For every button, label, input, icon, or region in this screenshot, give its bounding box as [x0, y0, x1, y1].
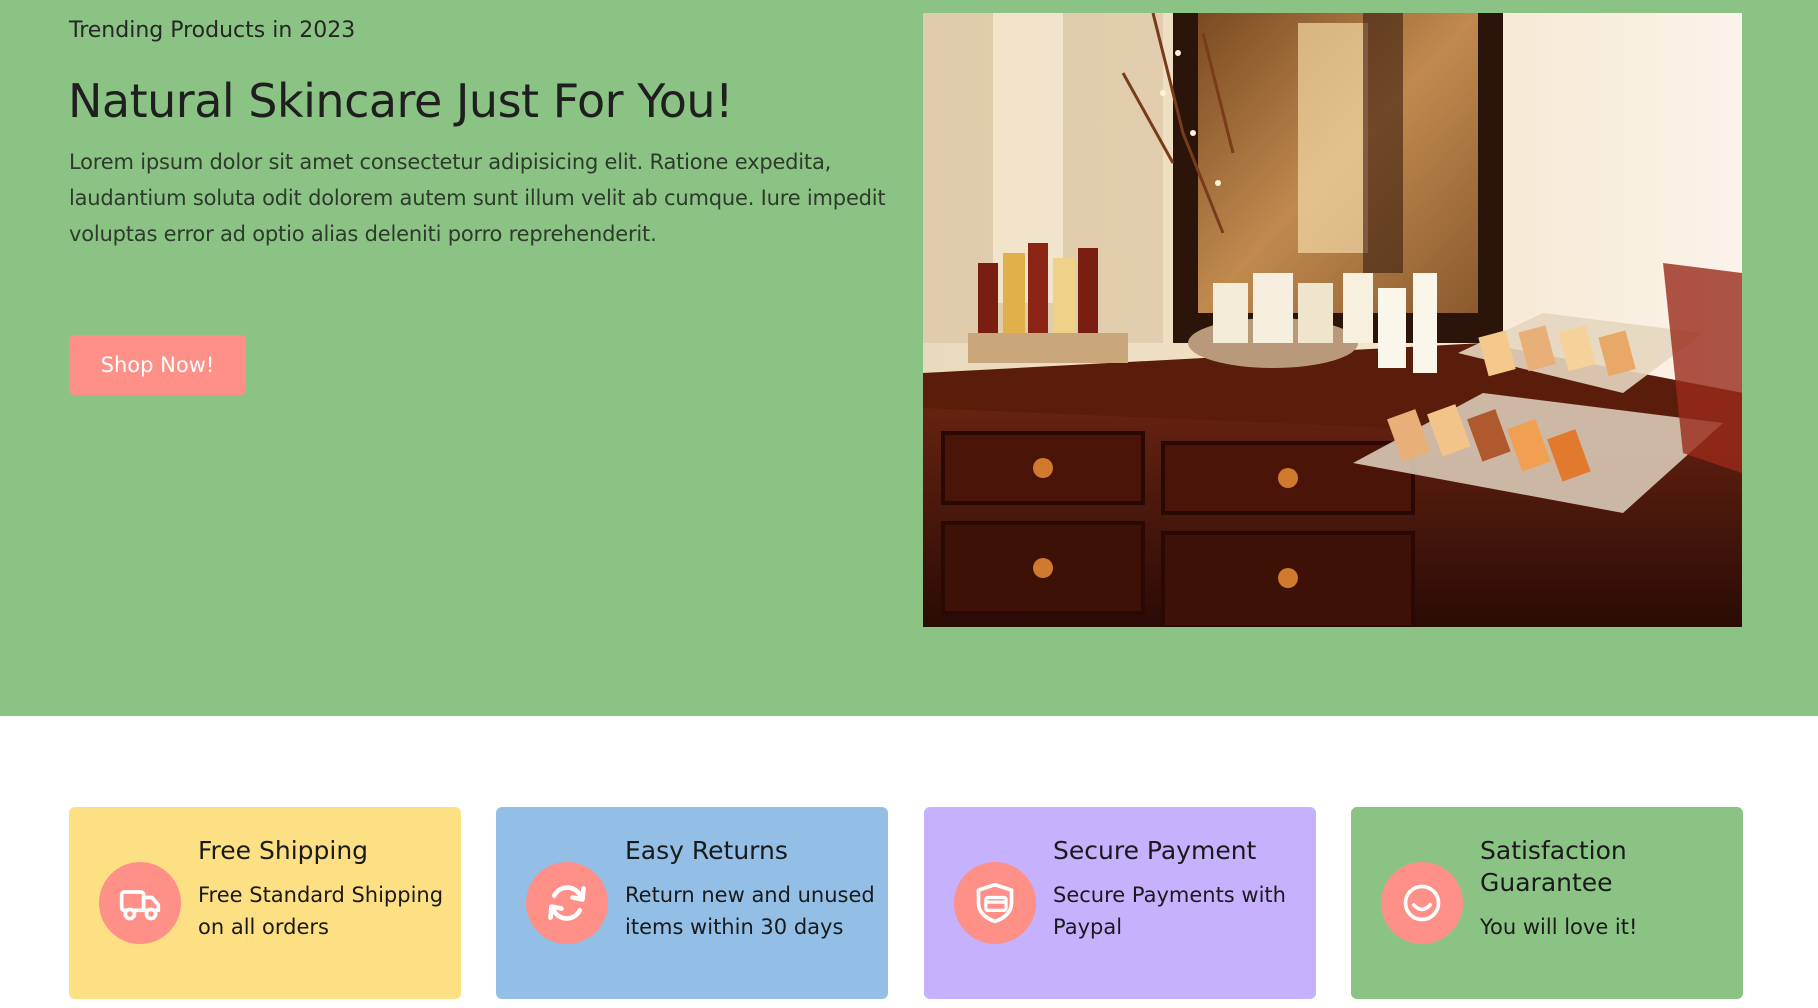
feature-text: Return new and unused items within 30 da… [625, 883, 875, 939]
feature-title: Secure Payment [1053, 836, 1257, 865]
feature-text: Free Standard Shipping on all orders [198, 883, 444, 939]
refresh-icon [548, 885, 586, 921]
truck-icon [119, 890, 161, 921]
feature-icon-badge [954, 862, 1036, 944]
feature-title: Easy Returns [625, 836, 788, 865]
feature-title: Satisfaction Guarantee [1480, 836, 1627, 897]
feature-card-easy-returns: Easy Returns Return new and unused items… [496, 807, 888, 999]
feature-text: Secure Payments with Paypal [1053, 883, 1286, 939]
shop-now-button[interactable]: Shop Now! [69, 335, 246, 395]
feature-icon-badge [526, 862, 608, 944]
feature-card-free-shipping: Free Shipping Free Standard Shipping on … [69, 807, 461, 999]
hero-product-image [923, 13, 1742, 627]
feature-card-secure-payment: Secure Payment Secure Payments with Payp… [924, 807, 1316, 999]
feature-icon-badge [99, 862, 181, 944]
feature-text: You will love it! [1480, 915, 1638, 939]
hero-section: Trending Products in 2023 Natural Skinca… [0, 0, 1818, 716]
product-display-illustration [923, 13, 1742, 627]
feature-title: Free Shipping [198, 836, 369, 865]
feature-icon-badge [1381, 862, 1463, 944]
smiley-icon [1403, 884, 1441, 922]
feature-card-satisfaction-guarantee: Satisfaction Guarantee You will love it! [1351, 807, 1743, 999]
hero-title: Natural Skincare Just For You! [68, 74, 733, 128]
secure-payment-icon [976, 882, 1014, 924]
hero-description: Lorem ipsum dolor sit amet consectetur a… [69, 150, 886, 246]
hero-eyebrow: Trending Products in 2023 [69, 18, 356, 43]
